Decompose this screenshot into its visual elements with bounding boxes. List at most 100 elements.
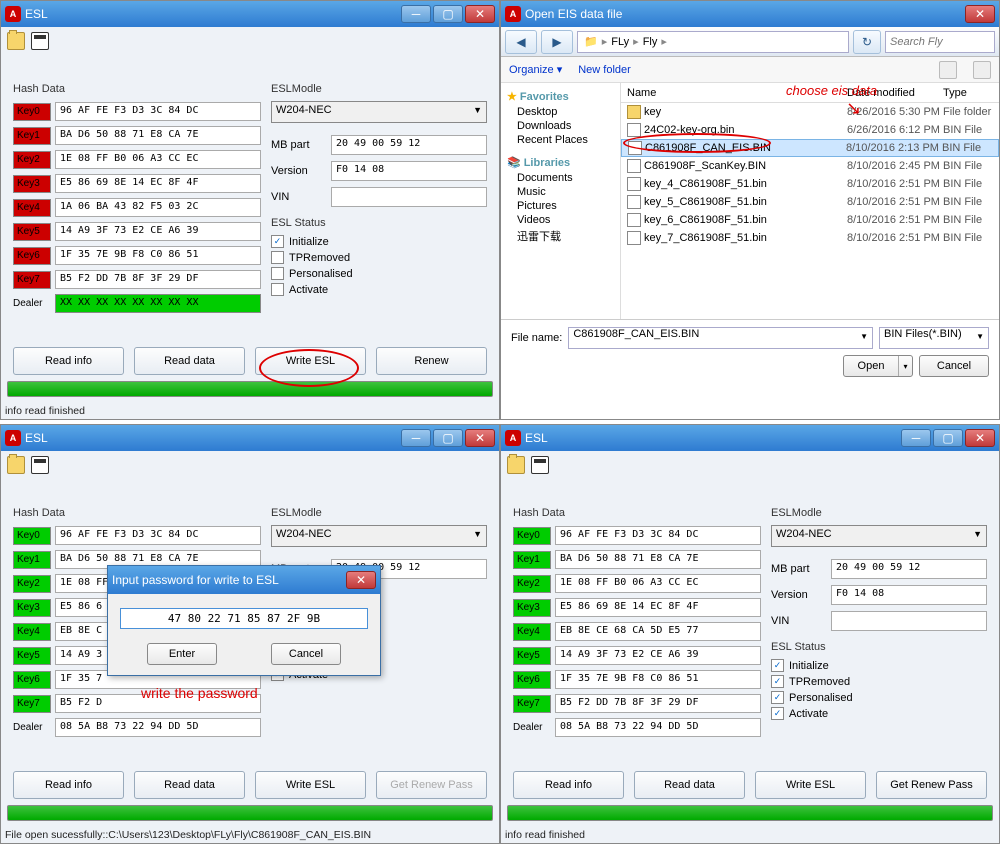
status-label: Activate (789, 708, 828, 720)
get-renew-pass-button[interactable]: Get Renew Pass (876, 771, 987, 799)
file-row[interactable]: C861908F_CAN_EIS.BIN8/10/2016 2:13 PMBIN… (621, 139, 999, 157)
sidebar-item[interactable]: Desktop (507, 105, 614, 119)
get-renew-pass-button[interactable]: Get Renew Pass (376, 771, 487, 799)
annotation-text: choose eis data (786, 83, 877, 98)
annotation-arrow: ↘ (846, 98, 861, 119)
status-checkbox[interactable]: ✓ (771, 675, 784, 688)
key-label: Key3 (13, 175, 51, 193)
file-row[interactable]: 24C02-key-org.bin6/26/2016 6:12 PMBIN Fi… (621, 121, 999, 139)
sidebar-item[interactable]: Pictures (507, 199, 614, 213)
close-button[interactable]: ✕ (965, 5, 995, 23)
forward-button[interactable]: ▶ (541, 30, 573, 54)
mbpart-value: 20 49 00 59 12 (331, 135, 487, 155)
key-label: Key2 (13, 151, 51, 169)
save-file-icon[interactable] (531, 456, 549, 474)
password-dialog: Input password for write to ESL ✕ Enter … (107, 565, 381, 676)
minimize-button[interactable]: ─ (901, 429, 931, 447)
key-value: BA D6 50 88 71 E8 CA 7E (555, 550, 761, 569)
close-button[interactable]: ✕ (465, 5, 495, 23)
status-checkbox[interactable] (271, 251, 284, 264)
minimize-button[interactable]: ─ (401, 5, 431, 23)
write-esl-button[interactable]: Write ESL (755, 771, 866, 799)
search-input[interactable] (885, 31, 995, 53)
status-label: ESL Status (271, 217, 487, 229)
sidebar-item[interactable]: Documents (507, 171, 614, 185)
open-file-icon[interactable] (507, 456, 525, 474)
maximize-button[interactable]: ▢ (433, 5, 463, 23)
file-row[interactable]: C861908F_ScanKey.BIN8/10/2016 2:45 PMBIN… (621, 157, 999, 175)
new-folder-button[interactable]: New folder (578, 64, 631, 76)
status-checkbox[interactable] (271, 267, 284, 280)
filename-label: File name: (511, 332, 562, 344)
dialog-title: Open EIS data file (525, 7, 965, 21)
status-checkbox[interactable]: ✓ (771, 707, 784, 720)
titlebar: A ESL ─ ▢ ✕ (1, 1, 499, 27)
close-button[interactable]: ✕ (465, 429, 495, 447)
app-icon: A (505, 6, 521, 22)
status-checkbox[interactable]: ✓ (771, 691, 784, 704)
read-data-button[interactable]: Read data (634, 771, 745, 799)
open-file-dialog: A Open EIS data file ✕ ◀ ▶ 📁 ▸ FLy ▸ Fly… (500, 0, 1000, 420)
minimize-button[interactable]: ─ (401, 429, 431, 447)
sidebar-item[interactable]: Downloads (507, 119, 614, 133)
renew-button[interactable]: Renew (376, 347, 487, 375)
write-esl-button[interactable]: Write ESL (255, 771, 366, 799)
maximize-button[interactable]: ▢ (433, 429, 463, 447)
status-label: TPRemoved (789, 676, 850, 688)
open-file-icon[interactable] (7, 456, 25, 474)
read-info-button[interactable]: Read info (13, 771, 124, 799)
refresh-button[interactable]: ↻ (853, 30, 881, 54)
help-icon[interactable] (973, 61, 991, 79)
read-info-button[interactable]: Read info (513, 771, 624, 799)
key-label: Key0 (13, 527, 51, 545)
dealer-value: 08 5A B8 73 22 94 DD 5D (55, 718, 261, 737)
dialog-title: Input password for write to ESL (112, 573, 346, 587)
window-title: ESL (525, 431, 901, 445)
file-row[interactable]: key_5_C861908F_51.bin8/10/2016 2:51 PMBI… (621, 193, 999, 211)
key-label: Key7 (513, 695, 551, 713)
open-button[interactable]: Open▾ (843, 355, 913, 377)
enter-button[interactable]: Enter (147, 643, 217, 665)
file-row[interactable]: key_6_C861908F_51.bin8/10/2016 2:51 PMBI… (621, 211, 999, 229)
status-checkbox[interactable] (271, 283, 284, 296)
status-checkbox[interactable]: ✓ (271, 235, 284, 248)
folder-icon (627, 105, 641, 119)
password-input[interactable] (120, 608, 368, 629)
close-button[interactable]: ✕ (965, 429, 995, 447)
cancel-button[interactable]: Cancel (271, 643, 341, 665)
file-row[interactable]: key8/26/2016 5:30 PMFile folder (621, 103, 999, 121)
status-checkbox[interactable]: ✓ (771, 659, 784, 672)
key-value: 96 AF FE F3 D3 3C 84 DC (55, 102, 261, 121)
save-file-icon[interactable] (31, 456, 49, 474)
sidebar-item[interactable]: Recent Places (507, 133, 614, 147)
key-value: 14 A9 3F 73 E2 CE A6 39 (555, 646, 761, 665)
open-file-icon[interactable] (7, 32, 25, 50)
sidebar-item[interactable]: 迅雷下载 (507, 227, 614, 245)
esl-model-select[interactable]: W204-NEC (271, 525, 487, 547)
key-value: 96 AF FE F3 D3 3C 84 DC (555, 526, 761, 545)
read-data-button[interactable]: Read data (134, 771, 245, 799)
sidebar-item[interactable]: Videos (507, 213, 614, 227)
file-icon (628, 141, 642, 155)
back-button[interactable]: ◀ (505, 30, 537, 54)
address-bar[interactable]: 📁 ▸ FLy ▸ Fly ▸ (577, 31, 849, 53)
esl-model-select[interactable]: W204-NEC (771, 525, 987, 547)
filename-input[interactable]: C861908F_CAN_EIS.BIN (568, 327, 873, 349)
file-row[interactable]: key_7_C861908F_51.bin8/10/2016 2:51 PMBI… (621, 229, 999, 247)
view-icon[interactable] (939, 61, 957, 79)
write-esl-button[interactable]: Write ESL (255, 347, 366, 375)
cancel-button[interactable]: Cancel (919, 355, 989, 377)
save-file-icon[interactable] (31, 32, 49, 50)
filetype-select[interactable]: BIN Files(*.BIN) (879, 327, 989, 349)
maximize-button[interactable]: ▢ (933, 429, 963, 447)
dialog-close-button[interactable]: ✕ (346, 571, 376, 589)
key-label: Key1 (513, 551, 551, 569)
file-row[interactable]: key_4_C861908F_51.bin8/10/2016 2:51 PMBI… (621, 175, 999, 193)
status-line: File open sucessfully::C:\Users\123\Desk… (5, 829, 371, 841)
organize-menu[interactable]: Organize ▾ (509, 63, 562, 76)
read-data-button[interactable]: Read data (134, 347, 245, 375)
esl-model-select[interactable]: W204-NEC (271, 101, 487, 123)
sidebar-item[interactable]: Music (507, 185, 614, 199)
key-value: B5 F2 D (55, 694, 261, 713)
read-info-button[interactable]: Read info (13, 347, 124, 375)
